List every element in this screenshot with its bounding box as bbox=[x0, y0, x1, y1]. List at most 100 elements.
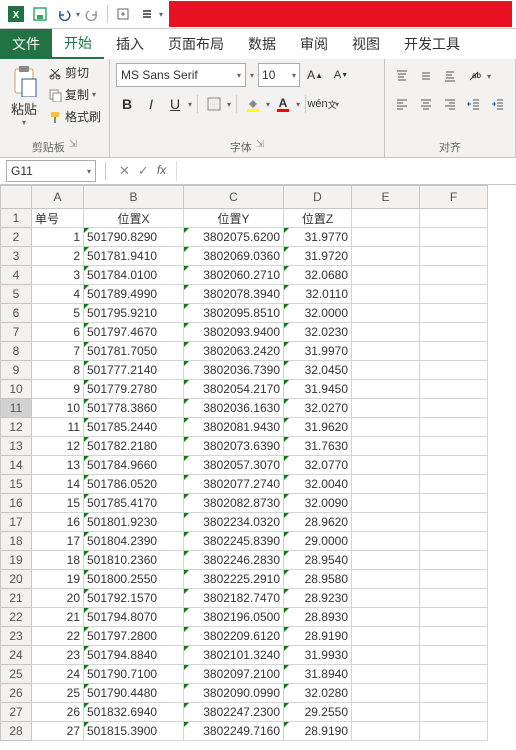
row-header[interactable]: 1 bbox=[1, 209, 32, 228]
cell[interactable] bbox=[352, 475, 420, 494]
cell[interactable] bbox=[352, 570, 420, 589]
cell[interactable]: 31.9720 bbox=[284, 247, 352, 266]
cell[interactable]: 32.0770 bbox=[284, 456, 352, 475]
cell[interactable] bbox=[352, 456, 420, 475]
row-header[interactable]: 19 bbox=[1, 551, 32, 570]
touch-mode-icon[interactable] bbox=[114, 5, 132, 23]
cell[interactable]: 25 bbox=[32, 684, 84, 703]
cell[interactable]: 3802182.7470 bbox=[184, 589, 284, 608]
cell[interactable]: 3802078.3940 bbox=[184, 285, 284, 304]
cell[interactable]: 501792.1570 bbox=[84, 589, 184, 608]
cell[interactable]: 12 bbox=[32, 437, 84, 456]
tab-data[interactable]: 数据 bbox=[236, 29, 288, 59]
cell[interactable] bbox=[352, 627, 420, 646]
cell[interactable]: 31.9970 bbox=[284, 342, 352, 361]
cell[interactable]: 20 bbox=[32, 589, 84, 608]
cell[interactable]: 28.9190 bbox=[284, 627, 352, 646]
cell[interactable]: 3802097.2100 bbox=[184, 665, 284, 684]
fill-color-button[interactable] bbox=[242, 93, 264, 115]
row-header[interactable]: 24 bbox=[1, 646, 32, 665]
cell[interactable] bbox=[420, 399, 488, 418]
cell[interactable]: 3802073.6390 bbox=[184, 437, 284, 456]
row-header[interactable]: 17 bbox=[1, 513, 32, 532]
row-header[interactable]: 27 bbox=[1, 703, 32, 722]
cell[interactable] bbox=[420, 228, 488, 247]
save-icon[interactable] bbox=[31, 5, 49, 23]
cell[interactable]: 3802057.3070 bbox=[184, 456, 284, 475]
cell[interactable]: 501785.4170 bbox=[84, 494, 184, 513]
orientation-dropdown-icon[interactable]: ▾ bbox=[487, 72, 491, 81]
cell[interactable] bbox=[420, 342, 488, 361]
bold-button[interactable]: B bbox=[116, 93, 138, 115]
cell[interactable]: 3802095.8510 bbox=[184, 304, 284, 323]
cell[interactable]: 21 bbox=[32, 608, 84, 627]
tab-page-layout[interactable]: 页面布局 bbox=[156, 29, 236, 59]
align-top-icon[interactable] bbox=[391, 65, 413, 87]
cell[interactable]: 3802093.9400 bbox=[184, 323, 284, 342]
row-header[interactable]: 13 bbox=[1, 437, 32, 456]
align-middle-icon[interactable] bbox=[415, 65, 437, 87]
cell[interactable] bbox=[352, 247, 420, 266]
row-header[interactable]: 21 bbox=[1, 589, 32, 608]
column-header-F[interactable]: F bbox=[420, 186, 488, 209]
cell[interactable]: 3802082.8730 bbox=[184, 494, 284, 513]
cell[interactable]: 4 bbox=[32, 285, 84, 304]
redo-icon[interactable] bbox=[83, 5, 101, 23]
cell[interactable]: 501789.4990 bbox=[84, 285, 184, 304]
cell[interactable] bbox=[420, 456, 488, 475]
cell[interactable]: 17 bbox=[32, 532, 84, 551]
cell[interactable]: 18 bbox=[32, 551, 84, 570]
copy-button[interactable]: 复制 ▾ bbox=[46, 85, 103, 104]
cell[interactable]: 31.9930 bbox=[284, 646, 352, 665]
cell[interactable]: 29.0000 bbox=[284, 532, 352, 551]
row-header[interactable]: 18 bbox=[1, 532, 32, 551]
row-header[interactable]: 20 bbox=[1, 570, 32, 589]
row-header[interactable]: 15 bbox=[1, 475, 32, 494]
row-header[interactable]: 11 bbox=[1, 399, 32, 418]
cell[interactable]: 位置Y bbox=[184, 209, 284, 228]
cell[interactable] bbox=[420, 266, 488, 285]
column-header-D[interactable]: D bbox=[284, 186, 352, 209]
cell[interactable]: 9 bbox=[32, 380, 84, 399]
cell[interactable] bbox=[352, 228, 420, 247]
insert-function-icon[interactable]: fx bbox=[157, 163, 166, 179]
cell[interactable]: 8 bbox=[32, 361, 84, 380]
font-size-combo[interactable]: 10 ▾ bbox=[258, 63, 300, 87]
increase-indent-icon[interactable] bbox=[487, 93, 509, 115]
cell[interactable]: 501781.9410 bbox=[84, 247, 184, 266]
cell[interactable]: 3 bbox=[32, 266, 84, 285]
cell[interactable]: 32.0090 bbox=[284, 494, 352, 513]
column-header-C[interactable]: C bbox=[184, 186, 284, 209]
cell[interactable]: 3802060.2710 bbox=[184, 266, 284, 285]
cell[interactable] bbox=[420, 494, 488, 513]
cell[interactable]: 28.8930 bbox=[284, 608, 352, 627]
cell[interactable]: 13 bbox=[32, 456, 84, 475]
cell[interactable]: 501782.2180 bbox=[84, 437, 184, 456]
cell[interactable] bbox=[352, 418, 420, 437]
cell[interactable]: 501779.2780 bbox=[84, 380, 184, 399]
cell[interactable]: 501790.7100 bbox=[84, 665, 184, 684]
phonetic-dropdown-icon[interactable]: ▾ bbox=[335, 100, 339, 109]
cell[interactable]: 32.0230 bbox=[284, 323, 352, 342]
cell[interactable] bbox=[352, 665, 420, 684]
font-name-combo[interactable]: MS Sans Serif ▾ bbox=[116, 63, 246, 87]
cell[interactable]: 23 bbox=[32, 646, 84, 665]
cell[interactable]: 3802246.2830 bbox=[184, 551, 284, 570]
cell[interactable] bbox=[352, 399, 420, 418]
cell[interactable]: 32.0450 bbox=[284, 361, 352, 380]
row-header[interactable]: 7 bbox=[1, 323, 32, 342]
cell[interactable] bbox=[352, 437, 420, 456]
cell[interactable] bbox=[352, 209, 420, 228]
column-header-A[interactable]: A bbox=[32, 186, 84, 209]
align-center-icon[interactable] bbox=[415, 93, 437, 115]
cell[interactable]: 31.9450 bbox=[284, 380, 352, 399]
cell[interactable]: 501778.3860 bbox=[84, 399, 184, 418]
cell[interactable] bbox=[420, 323, 488, 342]
font-color-button[interactable]: A bbox=[272, 93, 294, 115]
cell[interactable]: 501801.9230 bbox=[84, 513, 184, 532]
row-header[interactable]: 3 bbox=[1, 247, 32, 266]
cell[interactable]: 27 bbox=[32, 722, 84, 741]
cell[interactable]: 3802225.2910 bbox=[184, 570, 284, 589]
cell[interactable] bbox=[420, 475, 488, 494]
tab-developer[interactable]: 开发工具 bbox=[392, 29, 472, 59]
